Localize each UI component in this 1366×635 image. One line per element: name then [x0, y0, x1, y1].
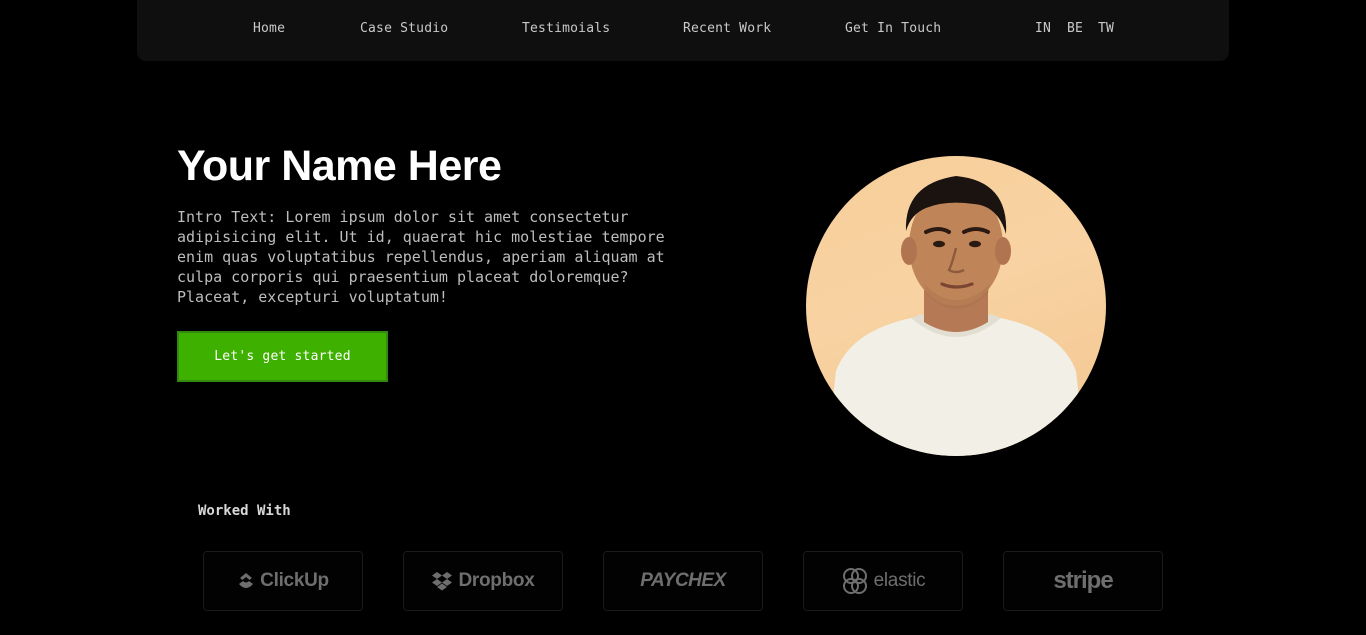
paychex-logo-text: PAYCHEX: [640, 570, 726, 591]
dropbox-logo-icon: [431, 571, 453, 591]
worked-with-heading: Worked With: [198, 503, 291, 519]
stripe-logo-text: stripe: [1053, 567, 1113, 594]
elastic-logo-card: elastic: [803, 551, 963, 611]
top-navigation: Home Case Studio Testimoials Recent Work…: [137, 0, 1229, 61]
social-link-behance[interactable]: BE: [1067, 21, 1083, 36]
nav-link-home[interactable]: Home: [253, 21, 285, 36]
elastic-logo-text: elastic: [873, 570, 926, 591]
clickup-logo-card: ClickUp: [203, 551, 363, 611]
nav-link-recent-work[interactable]: Recent Work: [683, 21, 771, 36]
nav-link-get-in-touch[interactable]: Get In Touch: [845, 21, 941, 36]
social-link-twitter[interactable]: TW: [1098, 21, 1114, 36]
elastic-logo-icon: [841, 567, 869, 595]
profile-photo: [806, 156, 1106, 456]
social-link-linkedin[interactable]: IN: [1035, 21, 1051, 36]
hero-intro-text: Intro Text: Lorem ipsum dolor sit amet c…: [177, 208, 665, 306]
hero-name-title: Your Name Here: [177, 142, 502, 190]
profile-photo-illustration: [826, 176, 1086, 456]
clickup-logo-text: ClickUp: [260, 570, 329, 591]
nav-link-case-studio[interactable]: Case Studio: [360, 21, 448, 36]
clickup-logo-icon: [237, 571, 255, 591]
dropbox-logo-text: Dropbox: [458, 570, 535, 591]
get-started-button[interactable]: Let's get started: [177, 331, 388, 382]
nav-link-testimonials[interactable]: Testimoials: [522, 21, 610, 36]
stripe-logo-card: stripe: [1003, 551, 1163, 611]
dropbox-logo-card: Dropbox: [403, 551, 563, 611]
paychex-logo-card: PAYCHEX: [603, 551, 763, 611]
